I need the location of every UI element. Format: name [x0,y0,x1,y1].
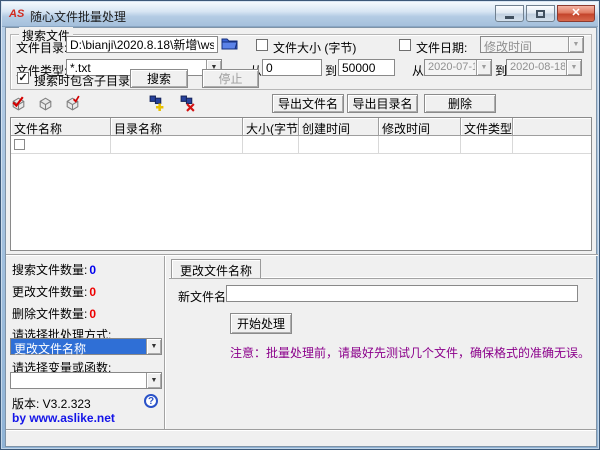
delete-count-label: 删除文件数量: [12,307,88,321]
vertical-divider [164,256,166,429]
browse-folder-button[interactable] [221,36,239,54]
change-count-value: 0 [89,285,97,299]
search-button[interactable]: 搜索 [130,69,188,88]
date-type-select[interactable]: 修改时间 ▼ [480,36,584,54]
invert-selection-icon [66,95,80,111]
file-size-label: 文件大小 (字节) [273,41,357,55]
app-logo-icon: AS [9,8,25,20]
file-date-checkbox[interactable] [399,39,411,51]
window-title: 随心文件批量处理 [30,10,127,24]
include-subdirs-label: 搜索时包含子目录 [34,74,131,88]
start-processing-button[interactable]: 开始处理 [230,313,292,334]
help-icon[interactable]: ? [144,394,158,408]
change-count: 更改文件数量: 0 [12,283,96,300]
date-from-select[interactable]: 2020-07-18 ▼ [424,59,492,76]
delete-count: 删除文件数量: 0 [12,305,96,322]
select-all-icon [12,96,25,111]
status-bar [6,429,596,446]
delete-button[interactable]: 删除 [424,94,496,113]
add-files-button[interactable] [148,95,166,113]
maximize-button[interactable] [526,5,555,22]
open-folder-icon [221,38,238,50]
search-count-value: 0 [89,263,97,277]
include-subdirs-checkbox[interactable]: ✓ [17,72,29,84]
unselect-all-icon [39,97,52,111]
col-header-filler [513,118,591,136]
file-size-checkbox[interactable] [256,39,268,51]
close-button[interactable]: ✕ [557,5,595,22]
horizontal-divider [6,254,598,256]
batch-mode-select[interactable]: 更改文件名称 ▼ [10,338,162,356]
close-icon: ✕ [571,7,581,19]
col-header-filename[interactable]: 文件名称 [11,118,111,136]
window-controls: ✕ [495,5,595,22]
table-header-row: 文件名称 目录名称 大小(字节) 创建时间 修改时间 文件类型 [11,118,591,136]
chevron-down-icon: ▼ [146,373,161,388]
new-filename-input[interactable] [226,285,578,302]
date-type-value: 修改时间 [484,40,533,54]
export-dirnames-button[interactable]: 导出目录名 [347,94,418,113]
export-filenames-button[interactable]: 导出文件名 [272,94,344,113]
new-filename-label: 新文件名: [178,290,230,304]
select-all-button[interactable] [10,95,28,113]
client-area: 搜索文件 文件目录: 文件大小 (字节) 文件日期: 修改时间 ▼ 文件类型: … [5,27,598,447]
row-checkbox[interactable] [14,139,25,150]
size-to-input[interactable] [338,59,395,76]
stop-button[interactable]: 停止 [202,69,259,88]
titlebar: AS 随心文件批量处理 ✕ [2,2,598,27]
size-from-input[interactable] [262,59,322,76]
col-header-modified[interactable]: 修改时间 [379,118,461,136]
remove-files-icon [180,95,195,112]
col-header-dirname[interactable]: 目录名称 [111,118,243,136]
file-date-label: 文件日期: [416,41,468,55]
add-files-icon [149,95,164,111]
search-count: 搜索文件数量: 0 [12,261,96,278]
warning-note: 注意：批量处理前，请最好先测试几个文件，确保格式的准确无误。 [230,346,591,360]
table-row[interactable] [11,136,591,154]
col-header-filetype[interactable]: 文件类型 [461,118,513,136]
col-header-size[interactable]: 大小(字节) [243,118,299,136]
col-header-created[interactable]: 创建时间 [299,118,379,136]
file-dir-label: 文件目录: [16,41,68,55]
chevron-down-icon: ▼ [146,339,161,354]
date-to-select[interactable]: 2020-08-18 ▼ [506,59,582,76]
file-table[interactable]: 文件名称 目录名称 大小(字节) 创建时间 修改时间 文件类型 [10,117,592,251]
minimize-button[interactable] [495,5,524,22]
chevron-down-icon: ▼ [476,60,491,75]
batch-mode-value: 更改文件名称 [14,342,87,356]
change-count-label: 更改文件数量: [12,285,88,299]
app-window: AS 随心文件批量处理 ✕ 搜索文件 文件目录: 文件大小 (字节) 文件日期:… [0,0,600,450]
date-from-value: 2020-07-18 [428,61,475,73]
size-to-label: 到 [325,64,338,78]
tab-change-filename[interactable]: 更改文件名称 [171,259,262,278]
remove-files-button[interactable] [179,95,197,113]
search-count-label: 搜索文件数量: [12,263,88,277]
file-dir-input[interactable] [66,36,218,53]
unselect-all-button[interactable] [37,95,55,113]
maximize-icon [536,9,545,18]
date-from-label: 从 [412,64,425,78]
version-label: 版本: V3.2.323 [12,397,91,411]
date-to-value: 2020-08-18 [510,61,565,73]
chevron-down-icon: ▼ [566,60,581,75]
variable-select[interactable]: ▼ [10,372,162,389]
invert-selection-button[interactable] [64,95,82,113]
chevron-down-icon: ▼ [568,37,583,52]
minimize-icon [505,16,514,19]
delete-count-value: 0 [89,307,97,321]
site-link[interactable]: by www.aslike.net [12,411,115,425]
